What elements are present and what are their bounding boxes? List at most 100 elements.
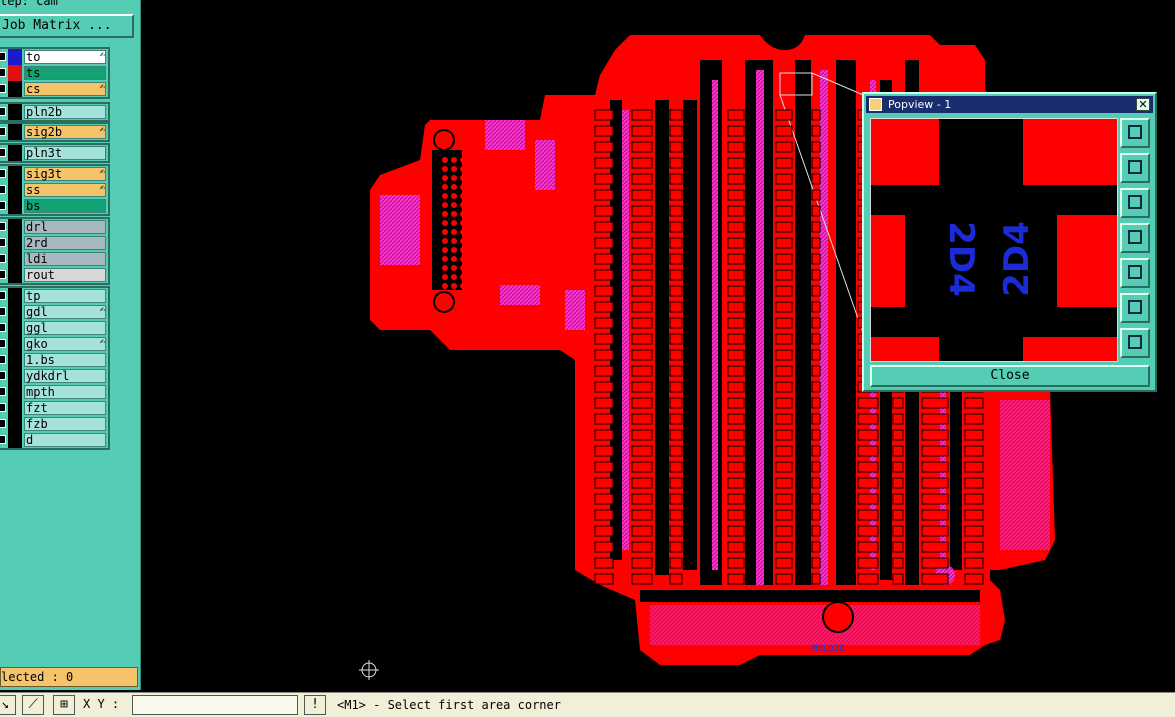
layer-name[interactable]: drl <box>24 220 106 234</box>
layer-row[interactable]: drl <box>0 219 108 235</box>
popview-window[interactable]: Popview - 1 ✕ 2D4 2D4 Close <box>862 92 1157 392</box>
layer-checkbox[interactable] <box>0 307 6 316</box>
layer-row[interactable]: mpth <box>0 384 108 400</box>
popview-canvas[interactable]: 2D4 2D4 <box>870 118 1118 362</box>
pan-right-button[interactable] <box>1120 258 1150 288</box>
layer-name[interactable]: mpth <box>24 385 106 399</box>
layer-row[interactable]: ldi <box>0 251 108 267</box>
layer-color-swatch[interactable] <box>8 235 22 251</box>
layer-name[interactable]: sig2b <box>24 125 106 139</box>
job-matrix-button[interactable]: Job Matrix ... <box>0 14 134 38</box>
layer-name[interactable]: fzt <box>24 401 106 415</box>
layer-name[interactable]: gdl <box>24 305 106 319</box>
layer-row[interactable]: gko ✍ <box>0 336 108 352</box>
layer-row[interactable]: tp <box>0 288 108 304</box>
layer-color-swatch[interactable] <box>8 267 22 283</box>
grid-tool-icon[interactable]: ⊞ <box>53 695 75 715</box>
layer-row[interactable]: fzb <box>0 416 108 432</box>
layer-row[interactable]: sig3t ✍ <box>0 166 108 182</box>
zoom-window-button[interactable] <box>1120 118 1150 148</box>
layer-name[interactable]: d <box>24 433 106 447</box>
layer-row[interactable]: gdl ✍ <box>0 304 108 320</box>
layer-row[interactable]: 2rd <box>0 235 108 251</box>
layer-checkbox[interactable] <box>0 403 6 412</box>
zoom-fit-button[interactable] <box>1120 293 1150 323</box>
layer-row[interactable]: sig2b ✍ <box>0 124 108 140</box>
layer-color-swatch[interactable] <box>8 219 22 235</box>
layer-checkbox[interactable] <box>0 127 6 136</box>
layer-name[interactable]: ts <box>24 66 106 80</box>
layer-checkbox[interactable] <box>0 169 6 178</box>
layer-name[interactable]: bs <box>24 199 106 213</box>
layer-row[interactable]: d <box>0 432 108 448</box>
layer-row[interactable]: fzt <box>0 400 108 416</box>
layer-name[interactable]: pln2b <box>24 105 106 119</box>
layer-name[interactable]: fzb <box>24 417 106 431</box>
layer-checkbox[interactable] <box>0 185 6 194</box>
layer-color-swatch[interactable] <box>8 400 22 416</box>
layer-color-swatch[interactable] <box>8 416 22 432</box>
layer-checkbox[interactable] <box>0 339 6 348</box>
layer-row[interactable]: pln2b <box>0 104 108 120</box>
layer-color-swatch[interactable] <box>8 368 22 384</box>
layer-checkbox[interactable] <box>0 323 6 332</box>
layer-checkbox[interactable] <box>0 387 6 396</box>
popview-titlebar[interactable]: Popview - 1 ✕ <box>866 96 1153 113</box>
layer-color-swatch[interactable] <box>8 251 22 267</box>
layer-color-swatch[interactable] <box>8 145 22 161</box>
layer-checkbox[interactable] <box>0 201 6 210</box>
layer-checkbox[interactable] <box>0 371 6 380</box>
layer-checkbox[interactable] <box>0 270 6 279</box>
layer-color-swatch[interactable] <box>8 336 22 352</box>
arrow-tool-icon[interactable]: ↘ <box>0 695 16 715</box>
layer-row[interactable]: ydkdrl <box>0 368 108 384</box>
layer-row[interactable]: ggl <box>0 320 108 336</box>
layer-row[interactable]: pln3t <box>0 145 108 161</box>
layer-name[interactable]: 2rd <box>24 236 106 250</box>
layer-color-swatch[interactable] <box>8 352 22 368</box>
layer-color-swatch[interactable] <box>8 104 22 120</box>
layer-name[interactable]: sig3t <box>24 167 106 181</box>
layer-name[interactable]: to <box>24 50 106 64</box>
layer-row[interactable]: ss ✍ <box>0 182 108 198</box>
layer-color-swatch[interactable] <box>8 124 22 140</box>
layer-color-swatch[interactable] <box>8 304 22 320</box>
layer-row[interactable]: rout <box>0 267 108 283</box>
alert-icon[interactable]: ! <box>304 695 326 715</box>
layer-name[interactable]: ydkdrl <box>24 369 106 383</box>
layer-name[interactable]: pln3t <box>24 146 106 160</box>
layer-checkbox[interactable] <box>0 68 6 77</box>
layer-checkbox[interactable] <box>0 435 6 444</box>
layer-row[interactable]: bs <box>0 198 108 214</box>
layer-name[interactable]: ss <box>24 183 106 197</box>
close-icon[interactable]: ✕ <box>1136 98 1150 111</box>
layer-color-swatch[interactable] <box>8 182 22 198</box>
layer-row[interactable]: ts <box>0 65 108 81</box>
pan-left-button[interactable] <box>1120 223 1150 253</box>
layer-row[interactable]: cs ✍ <box>0 81 108 97</box>
layer-name[interactable]: rout <box>24 268 106 282</box>
layer-checkbox[interactable] <box>0 107 6 116</box>
layer-checkbox[interactable] <box>0 419 6 428</box>
layer-color-swatch[interactable] <box>8 384 22 400</box>
layer-name[interactable]: 1.bs <box>24 353 106 367</box>
zoom-up-button[interactable] <box>1120 153 1150 183</box>
layer-checkbox[interactable] <box>0 148 6 157</box>
layer-name[interactable]: tp <box>24 289 106 303</box>
layer-color-swatch[interactable] <box>8 49 22 65</box>
layer-checkbox[interactable] <box>0 52 6 61</box>
layer-color-swatch[interactable] <box>8 166 22 182</box>
measure-tool-icon[interactable]: ⟋ <box>22 695 44 715</box>
layer-checkbox[interactable] <box>0 222 6 231</box>
layer-checkbox[interactable] <box>0 355 6 364</box>
layer-color-swatch[interactable] <box>8 65 22 81</box>
layer-color-swatch[interactable] <box>8 81 22 97</box>
layer-name[interactable]: cs <box>24 82 106 96</box>
layer-name[interactable]: ggl <box>24 321 106 335</box>
xy-input[interactable] <box>132 695 298 715</box>
layer-color-swatch[interactable] <box>8 320 22 336</box>
layer-name[interactable]: ldi <box>24 252 106 266</box>
layer-color-swatch[interactable] <box>8 288 22 304</box>
layer-checkbox[interactable] <box>0 254 6 263</box>
zoom-down-button[interactable] <box>1120 188 1150 218</box>
